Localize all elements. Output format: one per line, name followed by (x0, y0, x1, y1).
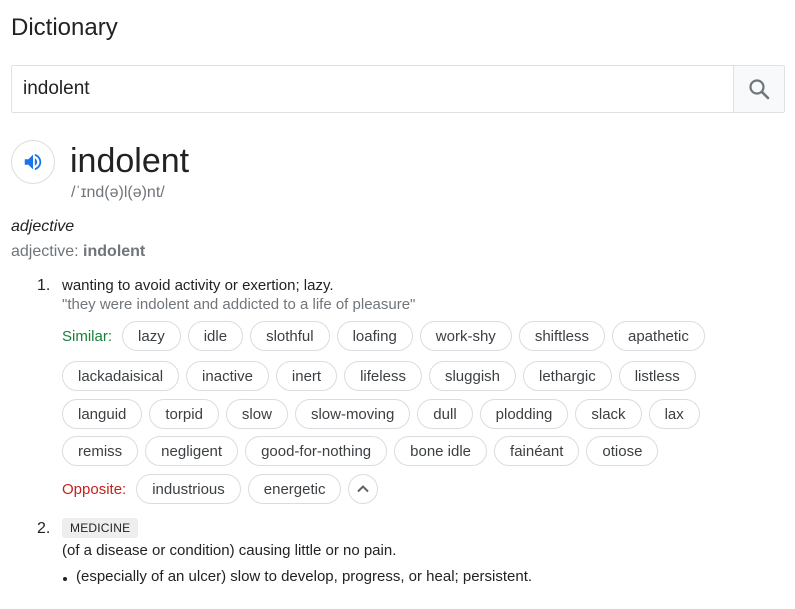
search-input[interactable] (12, 66, 735, 112)
synonym-chip[interactable]: lifeless (344, 361, 422, 391)
opposite-label: Opposite: (62, 480, 127, 498)
similar-row: remiss negligent good-for-nothing bone i… (62, 436, 665, 466)
synonym-chip[interactable]: remiss (62, 436, 139, 466)
search-box (11, 65, 785, 113)
synonym-chip[interactable]: slack (575, 399, 642, 429)
synonym-chip[interactable]: work-shy (419, 321, 512, 351)
synonym-chip[interactable]: otiose (586, 436, 659, 466)
synonym-chip[interactable]: lax (648, 399, 700, 429)
synonym-chip[interactable]: idle (187, 321, 244, 351)
antonym-chip[interactable]: industrious (136, 474, 241, 504)
pronunciation-button[interactable] (11, 140, 55, 184)
example: "they were indolent and addicted to a li… (62, 296, 416, 313)
forms-word: indolent (83, 243, 146, 260)
word-forms: adjective: indolent (11, 243, 145, 261)
part-of-speech: adjective (11, 218, 75, 235)
chevron-up-icon (357, 485, 370, 493)
synonym-chip[interactable]: dull (417, 399, 473, 429)
phonetic: /ˈɪnd(ə)l(ə)nt/ (71, 184, 165, 201)
synonym-chip[interactable]: plodding (479, 399, 569, 429)
search-button[interactable] (733, 66, 784, 112)
synonym-chip[interactable]: inert (275, 361, 338, 391)
sense-number: 1. (37, 277, 51, 294)
page-title: Dictionary (11, 14, 118, 41)
synonym-chip[interactable]: torpid (149, 399, 219, 429)
definition: wanting to avoid activity or exertion; l… (62, 277, 334, 294)
opposite-row: Opposite: industrious energetic (62, 474, 379, 504)
search-icon (749, 79, 770, 100)
synonym-chip[interactable]: loafing (336, 321, 413, 351)
similar-row: lackadaisical inactive inert lifeless sl… (62, 361, 703, 391)
synonym-chip[interactable]: apathetic (612, 321, 705, 351)
domain-badge: MEDICINE (62, 518, 139, 538)
headword: indolent (70, 142, 190, 180)
similar-label: Similar: (62, 327, 113, 345)
synonym-chip[interactable]: slothful (250, 321, 330, 351)
synonym-chip[interactable]: lethargic (523, 361, 612, 391)
sense-number: 2. (37, 520, 51, 537)
synonym-chip[interactable]: listless (618, 361, 696, 391)
definition: (of a disease or condition) causing litt… (62, 542, 397, 559)
synonym-chip[interactable]: good-for-nothing (245, 436, 388, 466)
subdefinition: (especially of an ulcer) slow to develop… (76, 568, 533, 585)
forms-label: adjective: (11, 243, 84, 260)
speaker-icon (24, 153, 42, 171)
synonym-chip[interactable]: lazy (122, 321, 181, 351)
synonym-chip[interactable]: negligent (145, 436, 239, 466)
synonym-chip[interactable]: slow-moving (294, 399, 411, 429)
synonym-chip[interactable]: languid (62, 399, 143, 429)
synonym-chip[interactable]: bone idle (394, 436, 488, 466)
collapse-button[interactable] (348, 474, 379, 504)
synonym-chip[interactable]: lackadaisical (62, 361, 180, 391)
antonym-chip[interactable]: energetic (247, 474, 342, 504)
similar-row: languid torpid slow slow-moving dull plo… (62, 399, 707, 429)
bullet-icon (63, 577, 67, 581)
synonym-chip[interactable]: shiftless (518, 321, 605, 351)
synonym-chip[interactable]: slow (225, 399, 288, 429)
synonym-chip[interactable]: sluggish (428, 361, 516, 391)
similar-row: Similar: lazy idle slothful loafing work… (62, 321, 712, 351)
synonym-chip[interactable]: inactive (186, 361, 269, 391)
synonym-chip[interactable]: fainéant (494, 436, 580, 466)
